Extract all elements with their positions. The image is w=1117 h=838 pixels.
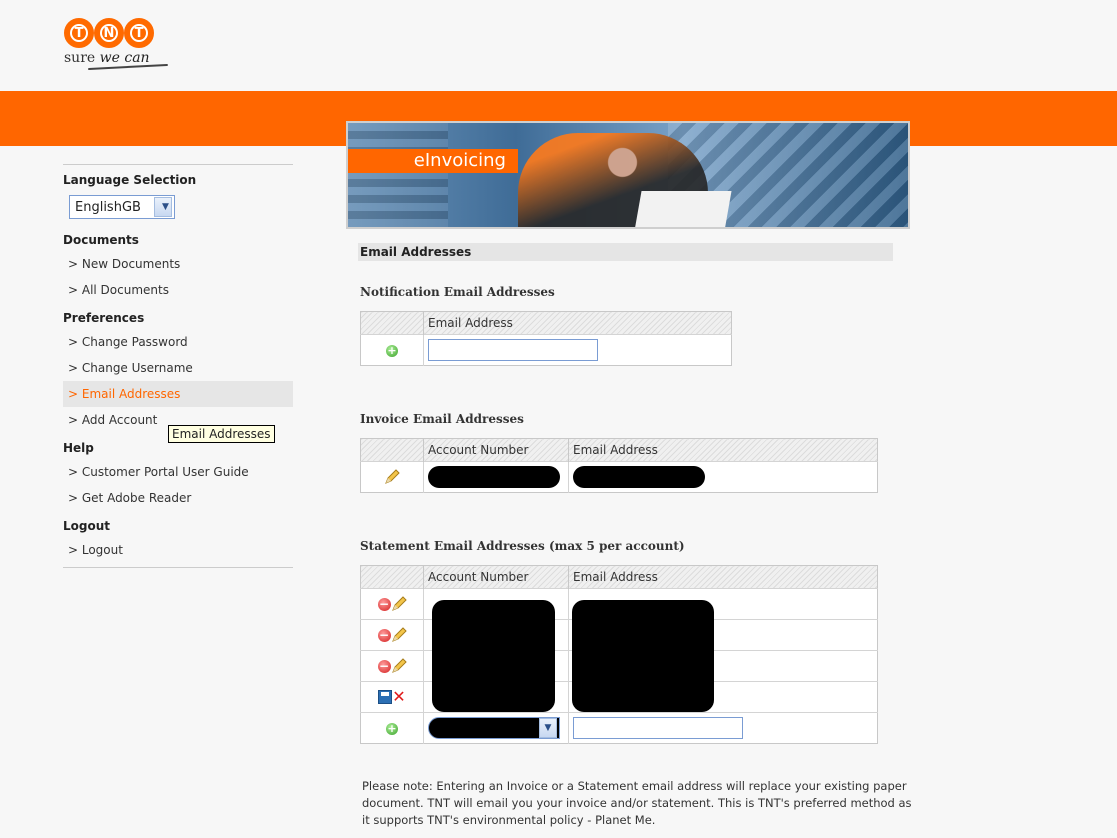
logo-letter: T (74, 25, 84, 41)
table-header-row: Account Number Email Address (360, 565, 878, 589)
sidebar-item-new-documents[interactable]: > New Documents (63, 251, 293, 277)
sidebar-item-user-guide[interactable]: > Customer Portal User Guide (63, 459, 293, 485)
redacted-emails-block (572, 600, 714, 712)
action-column-header (360, 311, 424, 335)
redacted-accounts-block (432, 600, 555, 712)
pencil-icon[interactable] (391, 596, 407, 612)
table-header-row: Email Address (360, 311, 732, 335)
action-cell: + (360, 334, 424, 366)
account-column-header: Account Number (423, 565, 569, 589)
sidebar-divider (63, 567, 293, 568)
email-cell (568, 461, 878, 493)
account-select[interactable]: ▼ (428, 717, 560, 739)
pencil-icon[interactable] (384, 469, 400, 485)
logo-letter: T (134, 25, 144, 41)
account-column-header: Account Number (423, 438, 569, 462)
tnt-logo: T N T sure we can (64, 18, 194, 82)
table-header-row: Account Number Email Address (360, 438, 878, 462)
preferences-heading: Preferences (63, 311, 145, 325)
notification-title: Notification Email Addresses (360, 285, 555, 299)
table-row (360, 461, 878, 493)
sidebar-nav: Language Selection EnglishGB ▼ Documents… (63, 164, 293, 568)
invoice-table: Account Number Email Address (360, 438, 878, 493)
einvoicing-banner: eInvoicing (346, 121, 910, 229)
logo-letter: N (103, 25, 115, 41)
table-row: + (360, 334, 732, 366)
invoice-title: Invoice Email Addresses (360, 412, 524, 426)
sidebar-item-email-addresses[interactable]: > Email Addresses (63, 381, 293, 407)
chevron-down-icon[interactable]: ▼ (539, 718, 557, 738)
save-icon[interactable] (378, 690, 393, 705)
account-cell: ▼ (423, 712, 569, 744)
email-column-header: Email Address (568, 438, 878, 462)
redacted-account (428, 466, 560, 488)
action-cell: − (360, 588, 424, 620)
action-cell: − (360, 619, 424, 651)
notification-table: Email Address + (360, 311, 732, 366)
logo-ring-t1: T (64, 18, 94, 48)
account-cell (423, 461, 569, 493)
logout-heading: Logout (63, 519, 111, 533)
notification-email-input[interactable] (428, 339, 598, 361)
language-select[interactable]: EnglishGB ▼ (69, 195, 175, 219)
language-heading: Language Selection (63, 173, 197, 187)
banner-parcel-image (634, 191, 732, 227)
chevron-down-icon[interactable]: ▼ (154, 197, 172, 217)
email-column-header: Email Address (568, 565, 878, 589)
tagline-emphasis: we can (99, 50, 150, 66)
sidebar-item-change-username[interactable]: > Change Username (63, 355, 293, 381)
action-cell: ✕ (360, 681, 424, 713)
statement-email-input[interactable] (573, 717, 743, 739)
remove-icon[interactable]: − (377, 628, 391, 642)
banner-label: eInvoicing (348, 149, 518, 173)
cancel-icon[interactable]: ✕ (392, 689, 405, 705)
banner-building-left (348, 123, 448, 227)
sidebar-item-all-documents[interactable]: > All Documents (63, 277, 293, 303)
remove-icon[interactable]: − (377, 659, 391, 673)
sidebar-item-adobe-reader[interactable]: > Get Adobe Reader (63, 485, 293, 511)
logo-rings: T N T (64, 18, 194, 48)
logo-ring-t2: T (124, 18, 154, 48)
language-value: EnglishGB (75, 199, 141, 215)
statement-title: Statement Email Addresses (max 5 per acc… (360, 539, 685, 553)
add-icon[interactable]: + (386, 345, 398, 357)
tagline: sure we can (64, 50, 194, 66)
action-cell: + (360, 712, 424, 744)
email-column-header: Email Address (423, 311, 732, 335)
paper-replacement-note: Please note: Entering an Invoice or a St… (362, 779, 912, 827)
sidebar-item-logout[interactable]: > Logout (63, 537, 293, 563)
email-cell (568, 712, 878, 744)
action-cell: − (360, 650, 424, 682)
redacted-email (573, 466, 705, 488)
pencil-icon[interactable] (391, 627, 407, 643)
action-cell (360, 461, 424, 493)
tagline-start: sure (64, 50, 100, 66)
table-row: + ▼ (360, 712, 878, 744)
sidebar-item-change-password[interactable]: > Change Password (63, 329, 293, 355)
page-title: Email Addresses (358, 243, 893, 261)
remove-icon[interactable]: − (377, 597, 391, 611)
email-cell (423, 334, 732, 366)
logo-ring-n: N (94, 18, 124, 48)
action-column-header (360, 438, 424, 462)
pencil-icon[interactable] (391, 658, 407, 674)
tooltip: Email Addresses (168, 425, 275, 443)
add-icon[interactable]: + (386, 723, 398, 735)
documents-heading: Documents (63, 233, 139, 247)
action-column-header (360, 565, 424, 589)
